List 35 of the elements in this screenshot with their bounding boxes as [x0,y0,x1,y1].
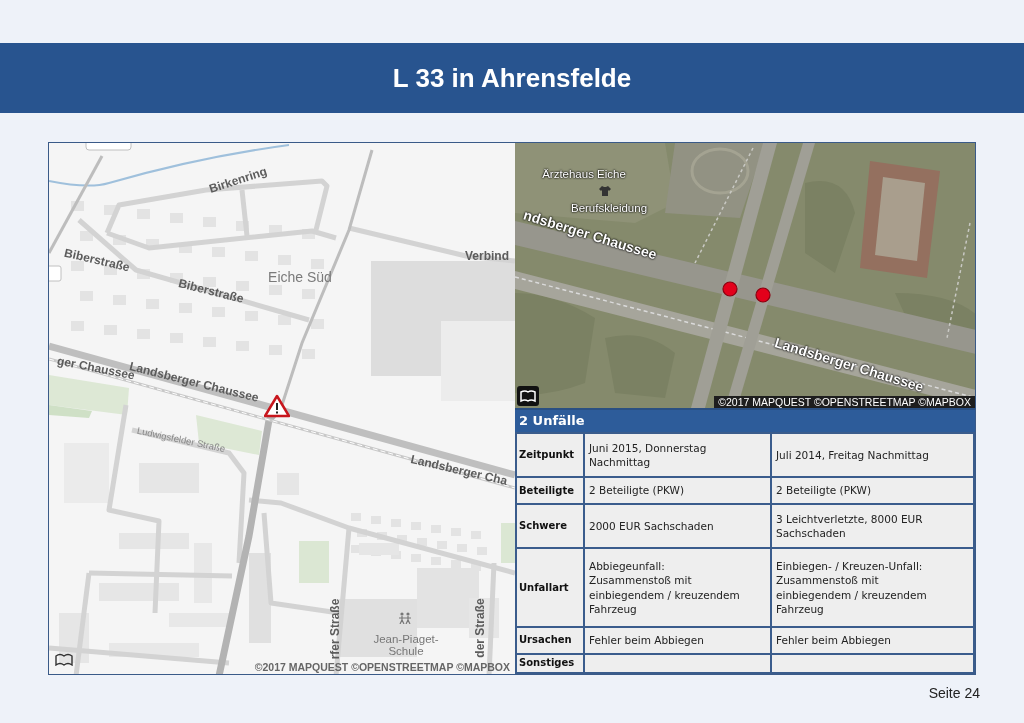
page-number: Seite 24 [928,684,980,703]
warning-sign-icon [264,394,290,418]
place-label: Berufskleidung [570,201,648,215]
row-header: Sonstiges [516,653,584,673]
row-header: Ursachen [516,627,584,654]
people-icon [398,612,412,624]
accident-marker-icon[interactable] [755,287,771,303]
row-header: Unfallart [516,548,584,627]
table-cell: Einbiegen- / Kreuzen-Unfall: Zusammenstoß mit einbiegendem / kreuzendem Fahrzeug [771,548,974,627]
district-label: Eiche Süd [268,267,332,287]
table-cell: 2 Beteiligte (PKW) [771,477,974,505]
book-icon[interactable] [55,653,73,666]
map-attribution: ©2017 MAPQUEST ©OPENSTREETMAP ©MAPBOX [254,661,510,673]
street-label: der Straße [472,598,488,658]
street-label: Verbind [465,248,509,265]
table-cell: 3 Leichtverletzte, 8000 EUR Sachschaden [771,504,974,549]
table-cell: Fehler beim Abbiegen [584,627,771,654]
table-cell: Abbiegeunfall: Zusammenstoß mit einbiegendem / kreuzendem Fahrzeug [584,548,771,627]
row-header: Zeitpunkt [516,433,584,478]
accident-marker-icon[interactable] [722,281,738,297]
table-title: 2 Unfälle [515,408,975,432]
book-icon[interactable] [517,386,539,406]
table-cell: Fehler beim Abbiegen [771,627,974,654]
place-label: Ärztehaus Eiche [542,167,626,183]
row-header: Beteiligte [516,477,584,505]
table-cell: 2 Beteiligte (PKW) [584,477,771,505]
table-cell: Juni 2015, Donnerstag Nachmittag [584,433,771,478]
map-attribution: ©2017 MAPQUEST ©OPENSTREETMAP ©MAPBOX [714,396,975,408]
school-label: Jean-Piaget-Schule [372,633,440,657]
shirt-icon [599,186,611,196]
row-header: Schwere [516,504,584,549]
table-cell: Juli 2014, Freitag Nachmittag [771,433,974,478]
slide-title: L 33 in Ahrensfelde [392,61,632,95]
table-cell: 2000 EUR Sachschaden [584,504,771,549]
street-label: rfer Straße [327,598,343,660]
